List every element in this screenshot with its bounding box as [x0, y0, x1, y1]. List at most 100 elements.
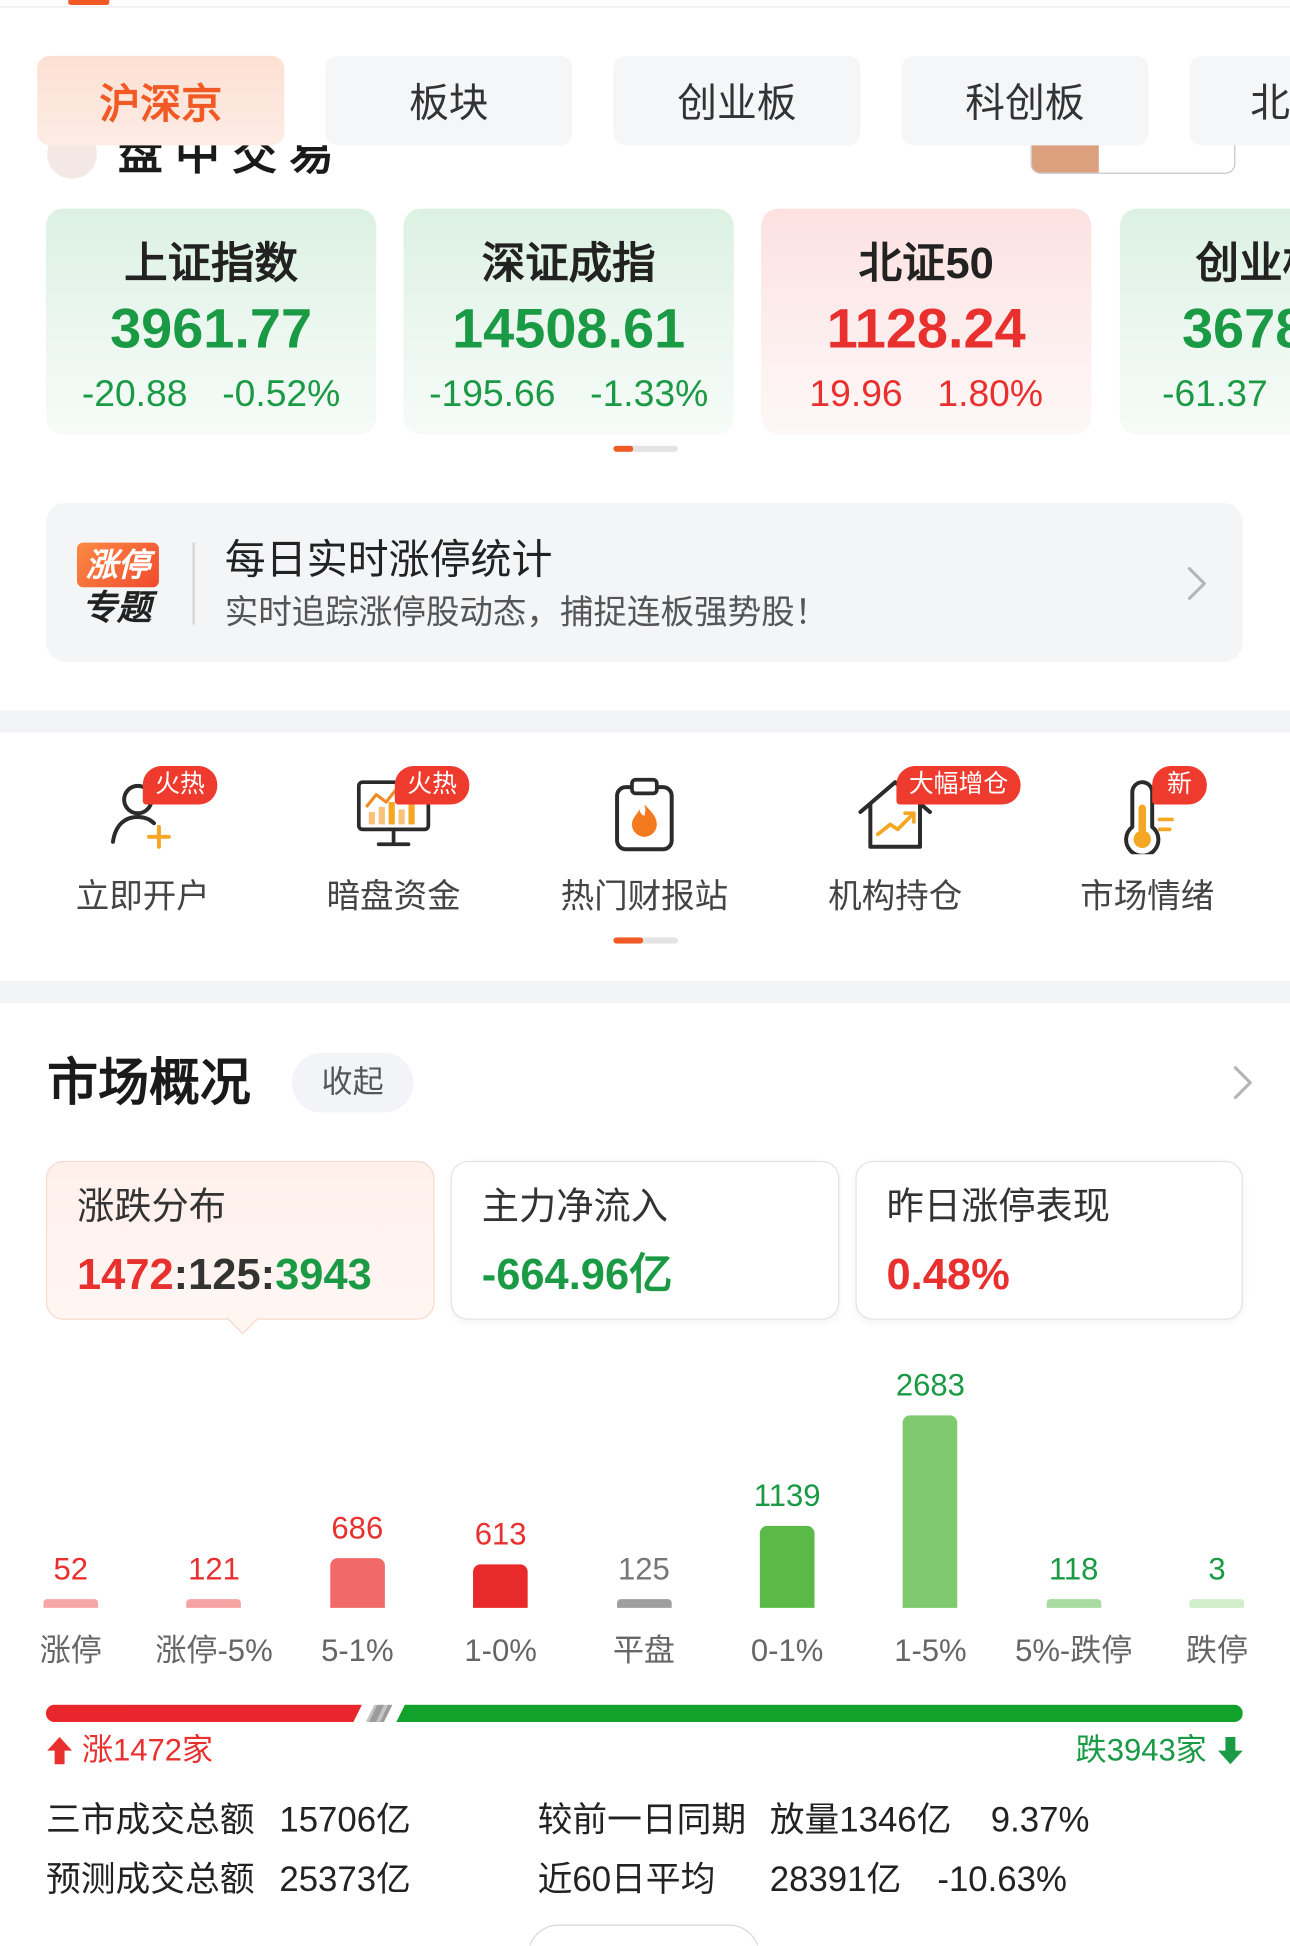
bar-value-label: 686 [331, 1511, 384, 1547]
turnover-row: 三市成交总额 15706亿 较前一日同期 放量1346亿 9.37% [0, 1798, 1290, 1843]
bar-category-label: 平盘 [612, 1633, 675, 1669]
bar-value-label: 613 [474, 1516, 527, 1552]
hot-badge: 火热 [142, 766, 218, 805]
header-divider [0, 6, 1290, 8]
bar-value-label: 125 [617, 1551, 670, 1587]
view-more-button[interactable] [527, 1924, 760, 1946]
chart-bar [330, 1558, 385, 1608]
tab-star-market[interactable]: 科创板 [901, 55, 1149, 146]
bar-category-label: 1-5% [894, 1633, 967, 1669]
fall-count: 3943 [275, 1250, 372, 1299]
section-divider [0, 710, 1290, 733]
index-value: 3678 [1181, 296, 1290, 361]
hot-badge: 火热 [394, 766, 470, 805]
tab-label: 沪深京 [99, 80, 223, 127]
index-card-chinext[interactable]: 创业板 3678 -61.37 [1119, 208, 1290, 435]
new-badge: 新 [1152, 766, 1207, 805]
tab-beijing[interactable]: 北 [1189, 55, 1290, 146]
fall-count-label: 跌3943家 [1075, 1733, 1207, 1769]
compare-pct: -10.63% [937, 1859, 1067, 1899]
tab-chinext[interactable]: 创业板 [613, 55, 861, 146]
stat-label: 主力净流入 [481, 1186, 668, 1228]
index-change-pct: -1.33% [590, 373, 709, 415]
index-change: -61.37 [1162, 373, 1268, 415]
entry-market-sentiment[interactable]: 市场情绪 [1023, 760, 1271, 921]
index-name: 创业板 [1195, 239, 1290, 289]
entry-dark-pool-funds[interactable]: 暗盘资金 [269, 760, 517, 921]
rise-count: 1472 [76, 1250, 174, 1299]
index-value: 1128.24 [826, 296, 1026, 361]
entry-label: 机构持仓 [828, 877, 963, 916]
stat-card-limit-up-performance[interactable]: 昨日涨停表现 0.48% [855, 1160, 1243, 1320]
bar-value-label: 118 [1048, 1551, 1099, 1587]
banner-logo-bottom: 专题 [81, 588, 152, 627]
banner-divider [192, 542, 195, 625]
bar-category-label: 涨停 [39, 1633, 102, 1669]
arrow-down-icon [1217, 1736, 1243, 1765]
index-name: 北证50 [858, 239, 994, 289]
carousel-indicator-active [613, 445, 634, 452]
stat-card-main-inflow[interactable]: 主力净流入 -664.96亿 [450, 1160, 840, 1320]
chart-bar [616, 1598, 672, 1608]
stat-value: 0.48% [886, 1250, 1010, 1299]
app-screen: 沪深京 板块 创业板 科创板 北 盘中交易 上证指数 3961.77 -20.8… [0, 0, 1290, 1946]
bar-value-label: 3 [1208, 1551, 1226, 1587]
index-change-pct: 1.80% [937, 373, 1044, 415]
tab-hushenjing[interactable]: 沪深京 [37, 55, 285, 146]
distribution-chart: 52 涨停 121 涨停-5% 686 5-1% 613 1-0% 125 平盘 1139 0-1% 2… [0, 1353, 1290, 1676]
entry-label: 市场情绪 [1080, 877, 1215, 916]
index-card-shanghai[interactable]: 上证指数 3961.77 -20.88 -0.52% [45, 208, 377, 435]
stat-value: 1472:125:3943 [77, 1248, 372, 1303]
increase-badge: 大幅增仓 [896, 766, 1021, 805]
chart-bar [1046, 1599, 1102, 1608]
stat-card-distribution[interactable]: 涨跌分布 1472:125:3943 [45, 1160, 435, 1320]
rise-count-label: 涨1472家 [81, 1733, 214, 1769]
market-tab-bar: 沪深京 板块 创业板 科创板 北 [0, 0, 1290, 146]
tab-label: 科创板 [965, 80, 1085, 126]
separator: : [173, 1250, 189, 1299]
index-change: -20.88 [81, 373, 188, 415]
index-card-bse50[interactable]: 北证50 1128.24 19.96 1.80% [761, 208, 1092, 435]
index-value: 3961.77 [110, 296, 313, 361]
turnover-label: 三市成交总额 [45, 1800, 255, 1839]
stat-label: 涨跌分布 [76, 1186, 226, 1228]
entries-carousel-indicator [613, 937, 678, 944]
tab-sector[interactable]: 板块 [325, 55, 573, 146]
index-name: 深证成指 [481, 239, 656, 289]
stat-label: 昨日涨停表现 [886, 1186, 1110, 1228]
bar-category-label: 5%-跌停 [1015, 1633, 1133, 1669]
turnover-label: 预测成交总额 [45, 1859, 255, 1899]
banner-title: 每日实时涨停统计 [224, 536, 553, 583]
bar-category-label: 1-0% [464, 1633, 537, 1669]
bar-value-label: 52 [53, 1551, 89, 1587]
breadth-rise-segment [46, 1705, 362, 1722]
tab-label: 创业板 [677, 80, 797, 126]
carousel-indicator-active [613, 937, 644, 944]
index-change: 19.96 [809, 373, 903, 415]
bar-category-label: 跌停 [1185, 1633, 1249, 1669]
entry-label: 暗盘资金 [326, 877, 461, 916]
entry-label: 热门财报站 [560, 877, 729, 916]
collapse-button[interactable]: 收起 [291, 1052, 414, 1113]
bar-category-label: 涨停-5% [155, 1633, 273, 1669]
chevron-right-icon [1187, 567, 1206, 600]
index-change-row: -20.88 -0.52% [46, 370, 376, 420]
banner-subtitle: 实时追踪涨停股动态，捕捉连板强势股！ [224, 593, 829, 631]
flat-count: 125 [188, 1250, 261, 1299]
entry-earnings-station[interactable]: 热门财报站 [520, 760, 768, 921]
chart-bar [1189, 1599, 1245, 1608]
turnover-value: 15706亿 [279, 1800, 411, 1839]
bar-value-label: 2683 [895, 1368, 965, 1403]
tab-label: 北 [1250, 80, 1290, 126]
limit-up-banner[interactable]: 涨停 专题 每日实时涨停统计 实时追踪涨停股动态，捕捉连板强势股！ [45, 502, 1243, 662]
compare-value: 28391亿 [769, 1859, 902, 1899]
breadth-fall-segment [396, 1704, 1243, 1723]
tab-label: 板块 [409, 80, 489, 126]
bar-value-label: 1139 [753, 1478, 821, 1514]
chevron-right-icon[interactable] [1232, 1064, 1254, 1101]
index-card-shenzhen[interactable]: 深证成指 14508.61 -195.66 -1.33% [403, 208, 734, 435]
index-change-pct: -0.52% [222, 373, 341, 415]
separator: : [260, 1250, 276, 1299]
chart-bar [759, 1526, 815, 1608]
compare-value: 放量1346亿 [769, 1800, 952, 1839]
